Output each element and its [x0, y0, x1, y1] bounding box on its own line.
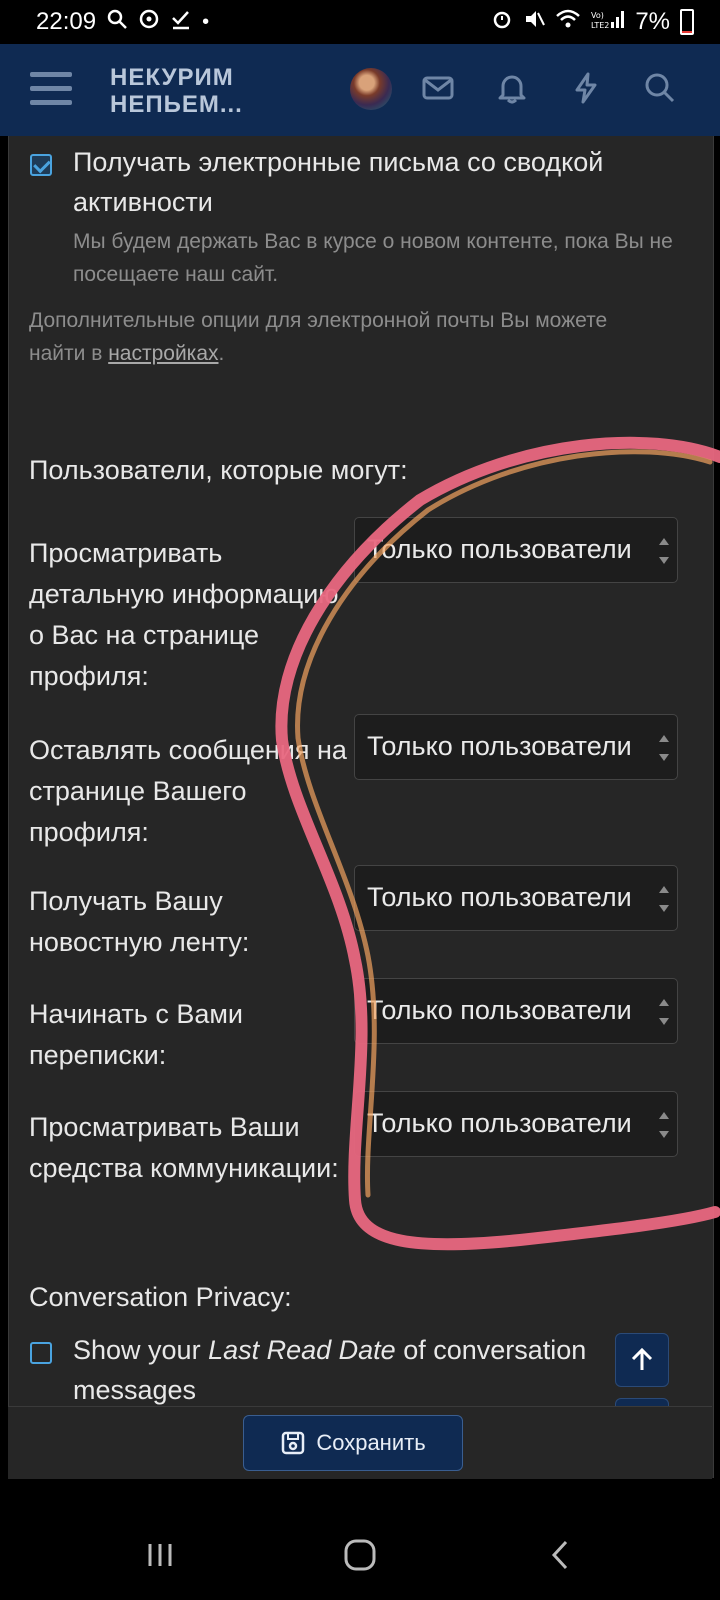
dot-icon: •	[202, 10, 210, 33]
save-button[interactable]: Сохранить	[243, 1415, 463, 1471]
search-icon	[106, 8, 128, 36]
form-submit-bar: Сохранить	[8, 1406, 712, 1479]
select-arrows-icon	[659, 1112, 669, 1138]
lte-signal-icon: Vo) LTE2	[591, 8, 625, 36]
settings-link[interactable]: настройках	[108, 342, 218, 365]
select-value: Только пользователи	[367, 995, 632, 1025]
privacy-label-profile-posts: Оставлять сообщения на странице Вашего п…	[29, 735, 347, 847]
privacy-label-conversations: Начинать с Вами переписки:	[29, 999, 244, 1070]
mute-icon	[523, 8, 546, 36]
privacy-label-identities: Просматривать Ваши средства коммуникации…	[29, 1112, 339, 1183]
last-read-em: Last Read Date	[208, 1335, 396, 1365]
bell-icon[interactable]	[492, 68, 532, 108]
status-bar: 22:09 • Vo) LTE2 7%	[0, 0, 720, 44]
privacy-heading: Пользователи, которые могут:	[29, 455, 408, 485]
activity-summary-hint: Мы будем держать Вас в курсе о новом кон…	[73, 230, 673, 286]
check-download-icon	[170, 8, 192, 36]
select-arrows-icon	[659, 999, 669, 1025]
sync-icon	[138, 8, 160, 36]
recent-apps-icon[interactable]	[130, 1530, 190, 1580]
select-arrows-icon	[659, 886, 669, 912]
privacy-select-profile-posts[interactable]: Только пользователи	[354, 714, 678, 780]
bolt-icon[interactable]	[566, 68, 606, 108]
last-read-prefix: Show your	[73, 1335, 209, 1365]
select-value: Только пользователи	[367, 534, 632, 564]
site-logo[interactable]: НЕКУРИМ НЕПЬЕМ...	[110, 64, 243, 118]
avatar[interactable]	[350, 68, 392, 110]
site-header: НЕКУРИМ НЕПЬЕМ...	[0, 44, 720, 136]
scroll-top-button[interactable]	[615, 1333, 669, 1387]
save-button-label: Сохранить	[316, 1430, 426, 1455]
alarm-icon	[491, 8, 513, 36]
logo-line-2: НЕПЬЕМ...	[110, 91, 243, 118]
search-icon[interactable]	[640, 68, 680, 108]
email-options-note: Дополнительные опции для электронной поч…	[29, 304, 669, 370]
privacy-label-news-feed: Получать Вашу новостную ленту:	[29, 886, 250, 957]
battery-icon	[680, 9, 694, 35]
last-read-date-checkbox[interactable]	[30, 1342, 52, 1364]
select-value: Только пользователи	[367, 882, 632, 912]
select-value: Только пользователи	[367, 1108, 632, 1138]
privacy-label-profile-details: Просматривать детальную информацию о Вас…	[29, 538, 339, 691]
back-icon[interactable]	[530, 1530, 590, 1580]
status-time: 22:09	[36, 8, 97, 35]
home-icon[interactable]	[330, 1530, 390, 1580]
menu-icon[interactable]	[30, 72, 72, 106]
conversation-privacy-heading: Conversation Privacy:	[29, 1282, 292, 1312]
privacy-select-profile-details[interactable]: Только пользователи	[354, 517, 678, 583]
activity-summary-label: Получать электронные письма со сводкой а…	[73, 147, 604, 217]
inbox-icon[interactable]	[418, 68, 458, 108]
select-value: Только пользователи	[367, 731, 632, 761]
battery-percent: 7%	[635, 8, 670, 35]
system-navigation-bar	[0, 1510, 720, 1600]
email-note-end: .	[218, 342, 225, 365]
svg-text:LTE2: LTE2	[591, 21, 609, 30]
privacy-select-news-feed[interactable]: Только пользователи	[354, 865, 678, 931]
logo-line-1: НЕКУРИМ	[110, 64, 234, 91]
svg-text:Vo): Vo)	[591, 11, 604, 20]
preferences-panel: Получать электронные письма со сводкой а…	[8, 136, 714, 1478]
select-arrows-icon	[659, 735, 669, 761]
floppy-disk-icon	[282, 1431, 305, 1455]
activity-summary-checkbox[interactable]	[30, 154, 52, 176]
privacy-select-identities[interactable]: Только пользователи	[354, 1091, 678, 1157]
privacy-select-conversations[interactable]: Только пользователи	[354, 978, 678, 1044]
select-arrows-icon	[659, 538, 669, 564]
last-read-date-label: Show your Last Read Date of conversation…	[73, 1330, 633, 1410]
wifi-icon	[555, 8, 581, 36]
arrow-up-icon	[631, 1347, 653, 1370]
